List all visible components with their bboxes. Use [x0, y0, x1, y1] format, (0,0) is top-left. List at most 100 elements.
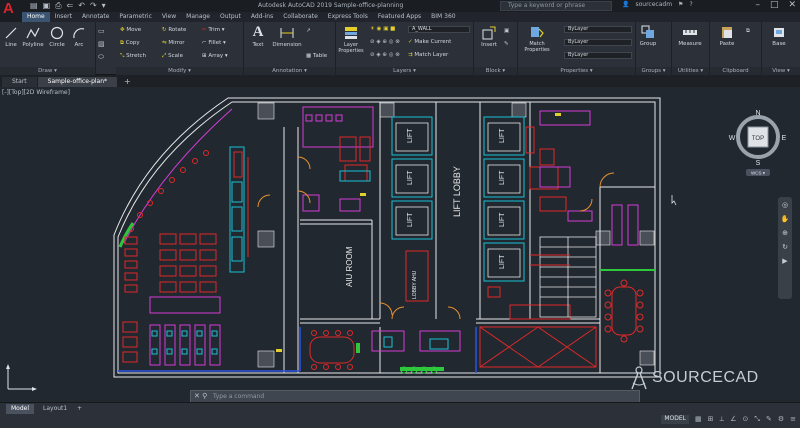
user-name[interactable]: sourcecadm — [635, 1, 672, 8]
tab-manage[interactable]: Manage — [181, 12, 215, 22]
rectangle-icon[interactable]: ▭ — [98, 27, 105, 35]
new-icon[interactable]: ▤ — [30, 1, 38, 11]
linetype-dropdown[interactable]: ByLayer — [564, 39, 632, 46]
rotate-tool[interactable]: ↻ Rotate — [162, 27, 186, 33]
create-block-icon[interactable]: ▣ — [504, 28, 509, 34]
tab-collaborate[interactable]: Collaborate — [278, 12, 323, 22]
save-icon[interactable]: ⎙ — [55, 1, 61, 11]
properties-panel-title[interactable]: Properties ▾ — [518, 67, 635, 75]
tab-featured-apps[interactable]: Featured Apps — [373, 12, 426, 22]
scale-tool[interactable]: ⤢ Scale — [162, 53, 183, 60]
zoom-icon[interactable]: ⊕ — [778, 229, 792, 237]
open-icon[interactable]: ▣ — [43, 1, 51, 11]
block-panel-title[interactable]: Block ▾ — [474, 67, 517, 75]
layout-tab-model[interactable]: Model — [6, 404, 35, 414]
drawing-viewport[interactable]: [-][Top][2D Wireframe] LIFT LIFT LIFT LI… — [0, 87, 800, 402]
lineweight-dropdown[interactable]: ByLayer — [564, 52, 632, 59]
measure-tool[interactable]: Measure — [674, 25, 706, 47]
insert-tool[interactable]: Insert — [478, 26, 500, 48]
modify-panel-title[interactable]: Modify ▾ — [116, 67, 243, 75]
tab-insert[interactable]: Insert — [50, 12, 77, 22]
scale-icon[interactable]: ⤡ — [754, 415, 760, 424]
viewcube[interactable]: TOP N S W E WCS ▾ — [728, 107, 788, 179]
command-line-close-icon[interactable]: ✕ ⚲ — [194, 392, 207, 400]
osnap-icon[interactable]: ⊙ — [742, 415, 748, 424]
layer-tools-row-1[interactable]: ⊘ ◈ ⊕ ◎ ⊗ — [370, 39, 400, 45]
tab-view[interactable]: View — [157, 12, 181, 22]
tab-home[interactable]: Home — [22, 12, 50, 22]
group-tool[interactable]: Group — [638, 25, 658, 47]
cart-icon[interactable]: ⚑ — [678, 1, 683, 8]
doc-tab-sample-office-plan[interactable]: Sample-office-plan* — [37, 77, 118, 87]
clipboard-panel-title[interactable]: Clipboard — [710, 67, 761, 75]
leader-icon[interactable]: ↗ — [306, 28, 311, 34]
model-space-button[interactable]: MODEL — [661, 415, 690, 424]
table-tool[interactable]: ▦ Table — [306, 53, 327, 59]
hatch-icon[interactable]: ▨ — [98, 40, 105, 48]
match-layer-tool[interactable]: ⇉ Match Layer — [408, 52, 448, 58]
paste-tool[interactable]: Paste — [714, 25, 740, 47]
floor-plan-drawing[interactable]: LIFT LIFT LIFT LIFT LIFT LIFT LIFT LIFT … — [0, 87, 800, 402]
showmotion-icon[interactable]: ▶ — [778, 257, 792, 265]
snap-icon[interactable]: ⊞ — [708, 415, 714, 424]
layer-properties-tool[interactable]: Layer Properties — [338, 25, 364, 54]
workspace-gear-icon[interactable]: ⚙ — [778, 415, 784, 424]
move-tool[interactable]: ✥ Move — [120, 27, 141, 33]
pan-icon[interactable]: ✋ — [778, 215, 792, 223]
layout-tab-layout1[interactable]: Layout1 — [38, 404, 72, 414]
line-tool[interactable]: Line — [2, 26, 20, 48]
polar-icon[interactable]: ∠ — [730, 415, 736, 424]
utilities-panel-title[interactable]: Utilities ▾ — [672, 67, 709, 75]
doc-tab-start[interactable]: Start — [2, 77, 37, 87]
copy-tool[interactable]: ⧉ Copy — [120, 40, 140, 47]
command-input[interactable]: Type a command — [213, 392, 264, 402]
minimize-button[interactable]: – — [755, 0, 760, 10]
share-icon[interactable]: ⇐ — [67, 1, 74, 11]
ortho-icon[interactable]: ⟂ — [720, 415, 725, 424]
undo-icon[interactable]: ↶ — [78, 1, 85, 11]
base-tool[interactable]: Base — [766, 25, 792, 47]
help-search-input[interactable]: Type a keyword or phrase — [500, 1, 612, 11]
add-layout-icon[interactable]: + — [72, 404, 87, 414]
array-tool[interactable]: ⊞ Array ▾ — [202, 53, 228, 59]
tab-express-tools[interactable]: Express Tools — [323, 12, 373, 22]
help-icon[interactable]: ? — [689, 1, 692, 8]
fillet-tool[interactable]: ⌐ Fillet ▾ — [202, 40, 226, 46]
color-dropdown[interactable]: ByLayer — [564, 26, 632, 33]
make-current-tool[interactable]: ✓ Make Current — [408, 39, 451, 45]
maximize-button[interactable]: □ — [770, 0, 779, 10]
grid-icon[interactable]: ▦ — [695, 415, 702, 424]
layer-state-icons[interactable]: ☀ ◉ ▣ ■ — [370, 26, 395, 32]
tab-output[interactable]: Output — [215, 12, 246, 22]
layer-dropdown[interactable]: A_WALL — [408, 26, 470, 33]
tab-bim-360[interactable]: BIM 360 — [426, 12, 460, 22]
layers-panel-title[interactable]: Layers ▾ — [336, 67, 473, 75]
navigation-bar[interactable]: ◎ ✋ ⊕ ↻ ▶ — [778, 197, 792, 299]
compass-south[interactable]: S — [756, 160, 761, 167]
mirror-tool[interactable]: ⇋ Mirror — [162, 40, 185, 46]
redo-icon[interactable]: ↷ — [90, 1, 97, 11]
tab-parametric[interactable]: Parametric — [114, 12, 157, 22]
close-button[interactable]: ✕ — [788, 0, 796, 10]
compass-east[interactable]: E — [782, 135, 787, 142]
customize-dropdown-icon[interactable]: ▾ — [102, 1, 106, 11]
compass-north[interactable]: N — [755, 110, 760, 117]
customization-menu-icon[interactable]: ≡ — [790, 415, 796, 424]
dimension-tool[interactable]: Dimension — [272, 25, 302, 48]
match-properties-tool[interactable]: Match Properties — [522, 25, 552, 53]
groups-panel-title[interactable]: Groups ▾ — [636, 67, 671, 75]
trim-tool[interactable]: ✂ Trim ▾ — [202, 27, 225, 33]
tab-annotate[interactable]: Annotate — [77, 12, 114, 22]
copy-clip-icon[interactable]: ⧉ — [746, 28, 750, 35]
edit-block-icon[interactable]: ✎ — [504, 41, 509, 47]
new-tab-icon[interactable]: + — [118, 77, 137, 87]
annotation-panel-title[interactable]: Annotation ▾ — [244, 67, 335, 75]
text-tool[interactable]: A Text — [248, 25, 268, 49]
compass-west[interactable]: W — [729, 135, 736, 142]
draw-panel-title[interactable]: Draw ▾ — [0, 67, 95, 75]
stretch-tool[interactable]: ⤡ Stretch — [120, 53, 146, 60]
application-menu-button[interactable]: A — [0, 0, 22, 22]
tab-add-ins[interactable]: Add-ins — [246, 12, 278, 22]
ellipse-icon[interactable]: ⬭ — [98, 53, 104, 62]
annotate-icon[interactable]: ✎ — [766, 415, 772, 424]
